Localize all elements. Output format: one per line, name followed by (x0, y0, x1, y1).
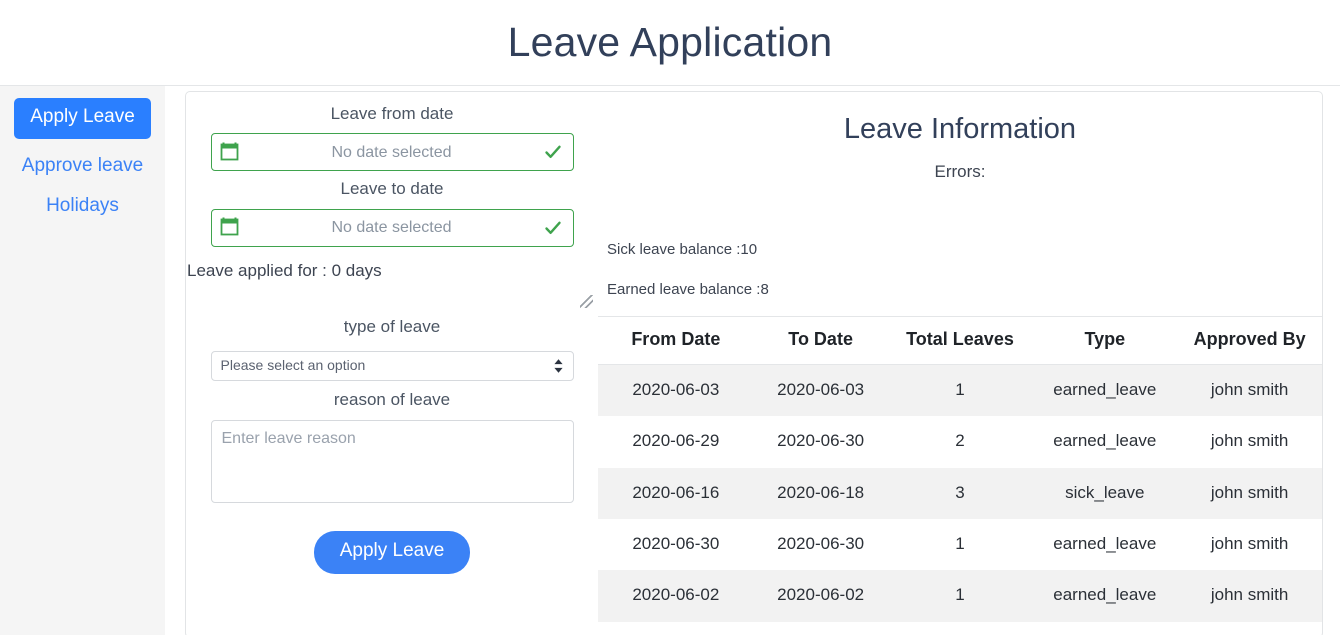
cell-total-leaves: 1 (955, 533, 965, 553)
leave-from-date-label: Leave from date (330, 104, 454, 123)
sick-leave-balance: Sick leave balance :10 (607, 241, 758, 259)
cell-to-date: 2020-06-03 (777, 379, 865, 399)
cell-approved-by: john smith (1210, 431, 1289, 451)
leave-applied-days-text: Leave applied for : 0 days (187, 260, 382, 280)
cell-type: earned_leave (1053, 431, 1157, 451)
leave-to-date-value: No date selected (331, 219, 452, 237)
page-title: Leave Application (507, 19, 833, 65)
sidebar: Apply Leave Approve leave Holidays (0, 86, 165, 635)
leave-to-date-input[interactable]: No date selected (210, 208, 574, 247)
cell-type: earned_leave (1053, 379, 1157, 399)
column-header-to-date: To Date (753, 317, 888, 365)
body-wrapper: Apply Leave Approve leave Holidays Leave… (0, 86, 1340, 635)
table-row: 2020-06-30 2020-06-30 1 earned_leave joh… (598, 519, 1322, 570)
cell-from-date: 2020-06-03 (632, 379, 720, 399)
type-of-leave-select-wrapper: Please select an option (210, 350, 574, 381)
leave-from-date-value: No date selected (331, 143, 452, 161)
cell-total-leaves: 1 (955, 585, 965, 605)
content-area: Leave from date No date selected Leave t… (165, 86, 1340, 635)
reason-of-leave-textarea[interactable] (210, 419, 574, 503)
form-resize-grip-row (186, 295, 598, 309)
leave-form: Leave from date No date selected Leave t… (186, 92, 598, 635)
cell-total-leaves: 1 (955, 379, 965, 399)
valid-check-icon (543, 218, 563, 238)
sidebar-item-approve-leave[interactable]: Approve leave (22, 155, 143, 177)
table-row: 2020-06-02 2020-06-02 1 earned_leave joh… (598, 570, 1322, 622)
resize-handle-icon[interactable] (1303, 337, 1316, 350)
cell-total-leaves: 3 (955, 482, 965, 502)
resize-handle-icon[interactable] (580, 295, 593, 309)
table-row: 2020-06-16 2020-06-18 3 sick_leave john … (598, 467, 1322, 519)
cell-total-leaves: 2 (955, 431, 965, 451)
cell-approved-by: john smith (1210, 585, 1289, 605)
calendar-icon (220, 217, 241, 238)
leave-card: Leave from date No date selected Leave t… (185, 91, 1323, 635)
leave-information-title: Leave Information (843, 113, 1077, 145)
reason-of-leave-label: reason of leave (333, 389, 451, 409)
cell-from-date: 2020-06-30 (632, 533, 720, 553)
apply-leave-submit-button[interactable]: Apply Leave (313, 530, 471, 574)
cell-approved-by: john smith (1210, 533, 1289, 553)
table-row: 2020-06-03 2020-06-03 1 earned_leave joh… (598, 364, 1322, 417)
column-header-total-leaves: Total Leaves (887, 317, 1033, 365)
cell-from-date: 2020-06-16 (632, 482, 720, 502)
type-of-leave-select[interactable]: Please select an option (210, 350, 574, 381)
leave-information-panel: Leave Information Errors: Sick leave bal… (598, 92, 1322, 635)
table-header-row: From Date To Date Total Leaves Type Appr… (598, 317, 1322, 365)
leave-from-date-input[interactable]: No date selected (210, 133, 574, 172)
column-header-type: Type (1032, 317, 1178, 365)
table-body: 2020-06-03 2020-06-03 1 earned_leave joh… (598, 364, 1322, 622)
cell-type: earned_leave (1053, 585, 1157, 605)
calendar-icon (220, 142, 241, 163)
errors-label: Errors: (934, 161, 986, 181)
cell-to-date: 2020-06-18 (777, 482, 865, 502)
sidebar-item-holidays[interactable]: Holidays (46, 195, 119, 217)
type-of-leave-label: type of leave (343, 317, 441, 337)
cell-type: earned_leave (1053, 533, 1157, 553)
apply-leave-button-wrapper: Apply Leave (186, 530, 598, 574)
table-row: 2020-06-29 2020-06-30 2 earned_leave joh… (598, 416, 1322, 467)
cell-from-date: 2020-06-02 (632, 585, 720, 605)
sidebar-item-apply-leave[interactable]: Apply Leave (14, 98, 151, 139)
resize-handle-icon[interactable] (1303, 399, 1316, 412)
leave-to-date-label: Leave to date (340, 179, 444, 199)
column-header-from-date: From Date (598, 317, 754, 365)
cell-approved-by: john smith (1210, 482, 1289, 502)
column-header-approved-by: Approved By (1177, 317, 1322, 365)
resize-handle-icon[interactable] (1303, 368, 1316, 381)
errors-content-area (598, 182, 1322, 237)
earned-leave-balance: Earned leave balance :8 (607, 281, 769, 299)
cell-to-date: 2020-06-02 (777, 585, 865, 605)
cell-to-date: 2020-06-30 (777, 533, 865, 553)
cell-to-date: 2020-06-30 (777, 431, 865, 451)
leave-history-table: From Date To Date Total Leaves Type Appr… (598, 317, 1322, 622)
cell-approved-by: john smith (1210, 379, 1289, 399)
cell-type: sick_leave (1065, 482, 1145, 502)
valid-check-icon (543, 142, 563, 162)
cell-from-date: 2020-06-29 (632, 431, 720, 451)
app-header: Leave Application (0, 0, 1340, 86)
